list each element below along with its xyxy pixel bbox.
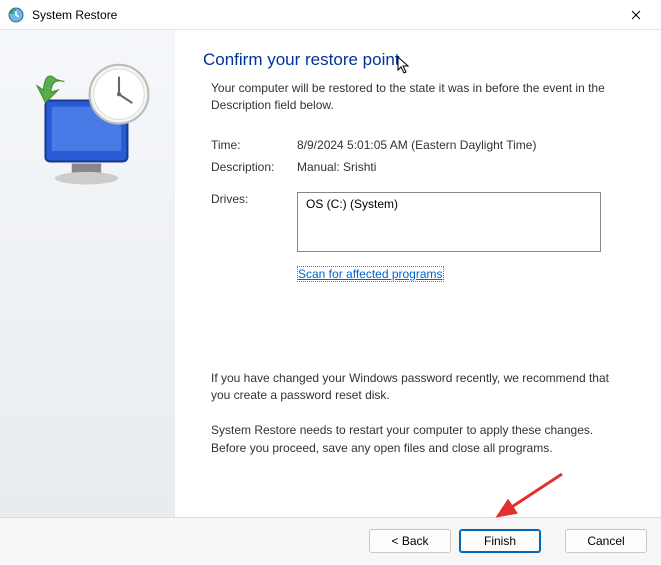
time-label: Time: xyxy=(211,138,297,152)
titlebar: System Restore xyxy=(0,0,661,30)
footer: < Back Finish Cancel xyxy=(0,517,661,564)
description-value: Manual: Srishti xyxy=(297,160,631,174)
back-button[interactable]: < Back xyxy=(369,529,451,553)
cancel-button[interactable]: Cancel xyxy=(565,529,647,553)
restart-note: System Restore needs to restart your com… xyxy=(203,422,631,457)
content-area: Confirm your restore point Your computer… xyxy=(175,30,661,517)
description-row: Description: Manual: Srishti xyxy=(203,160,631,174)
sidebar xyxy=(0,30,175,517)
restore-graphic-icon xyxy=(14,184,161,198)
close-button[interactable] xyxy=(613,0,659,30)
finish-button[interactable]: Finish xyxy=(459,529,541,553)
time-row: Time: 8/9/2024 5:01:05 AM (Eastern Dayli… xyxy=(203,138,631,152)
scan-programs-link[interactable]: Scan for affected programs xyxy=(297,266,444,282)
drive-item: OS (C:) (System) xyxy=(306,197,592,211)
drives-listbox[interactable]: OS (C:) (System) xyxy=(297,192,601,252)
drives-row: Drives: OS (C:) (System) xyxy=(203,192,631,252)
password-note: If you have changed your Windows passwor… xyxy=(203,370,631,405)
page-subheading: Your computer will be restored to the st… xyxy=(203,80,631,114)
close-icon xyxy=(631,10,641,20)
system-restore-icon xyxy=(8,7,24,23)
window-title: System Restore xyxy=(32,8,613,22)
description-label: Description: xyxy=(211,160,297,174)
wizard-body: Confirm your restore point Your computer… xyxy=(0,30,661,517)
drives-label: Drives: xyxy=(211,192,297,252)
time-value: 8/9/2024 5:01:05 AM (Eastern Daylight Ti… xyxy=(297,138,631,152)
page-heading: Confirm your restore point xyxy=(203,50,631,70)
